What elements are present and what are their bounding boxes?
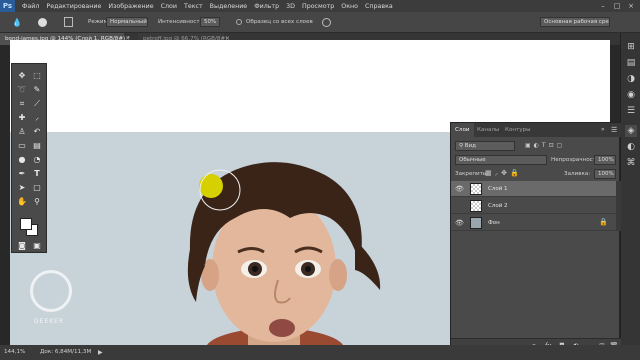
layers-icon[interactable]: ◈ — [625, 125, 637, 137]
options-bar: 💧 Режим: Нормальный Интенсивность: 50% О… — [0, 12, 640, 33]
history-brush-tool-icon[interactable]: ↶ — [31, 126, 43, 137]
maximize-icon[interactable]: □ — [612, 1, 622, 11]
layer-row-background[interactable]: 👁 Фон 🔒 — [451, 215, 616, 231]
menu-filter[interactable]: Фильтр — [254, 3, 279, 10]
lock-label: Закрепить: — [455, 171, 489, 177]
workspace-select[interactable]: Основная рабочая среда — [540, 17, 610, 27]
fill-input[interactable]: 100% — [594, 169, 616, 179]
color-icon[interactable]: ◑ — [625, 73, 637, 85]
menu-help[interactable]: Справка — [365, 3, 393, 10]
menu-image[interactable]: Изображение — [108, 3, 153, 10]
doc-size: Док: 6,84М/11,3М — [40, 349, 92, 355]
foreground-color-swatch[interactable] — [20, 218, 32, 230]
menu-window[interactable]: Окно — [341, 3, 358, 10]
eye-icon[interactable]: 👁 — [455, 185, 464, 193]
healing-tool-icon[interactable]: ✚ — [16, 112, 28, 123]
menu-edit[interactable]: Редактирование — [46, 3, 101, 10]
layer-name: Слой 1 — [488, 186, 508, 192]
zoom-level[interactable]: 144,1% — [4, 345, 25, 360]
sample-all-checkbox[interactable] — [236, 19, 242, 25]
layer-thumbnail — [470, 217, 482, 229]
watermark-logo — [30, 270, 72, 312]
crop-tool-icon[interactable]: ⌗ — [16, 98, 28, 109]
swatches-icon[interactable]: ◉ — [625, 89, 637, 101]
lock-icons[interactable]: ▦⸝✥🔒 — [485, 169, 522, 178]
collapse-icon[interactable]: » — [601, 126, 605, 133]
pen-tool-icon[interactable]: ✒ — [16, 168, 28, 179]
channels-icon[interactable]: ◐ — [625, 141, 637, 153]
dodge-tool-icon[interactable]: ◔ — [31, 154, 43, 165]
type-tool-icon[interactable]: T — [31, 168, 43, 179]
tab-channels[interactable]: Каналы — [473, 123, 503, 137]
blend-mode-select[interactable]: Обычные — [455, 155, 547, 165]
menu-file[interactable]: Файл — [22, 3, 39, 10]
filter-icons[interactable]: ▣◐T⊡▢ — [525, 142, 565, 149]
scrollbar[interactable] — [616, 181, 621, 231]
brush-preset-icon[interactable] — [38, 18, 47, 27]
eyedropper-tool-icon[interactable]: ⟋ — [31, 98, 43, 109]
quick-mask-icon[interactable]: ◙ — [16, 240, 28, 251]
move-tool-icon[interactable]: ✥ — [16, 70, 28, 81]
menu-3d[interactable]: 3D — [286, 3, 295, 10]
screen-mode-icon[interactable]: ▣ — [31, 240, 43, 251]
layer-name: Фон — [488, 220, 500, 226]
quick-select-tool-icon[interactable]: ✎ — [31, 84, 43, 95]
menu-view[interactable]: Просмотр — [302, 3, 334, 10]
lock-icon: 🔒 — [599, 218, 608, 226]
filter-row: ⚲ Вид ▣◐T⊡▢ — [451, 141, 621, 153]
clone-stamp-tool-icon[interactable]: ♙ — [16, 126, 28, 137]
mode-select[interactable]: Нормальный — [106, 17, 148, 27]
pressure-icon[interactable] — [322, 18, 331, 27]
tab-paths[interactable]: Контуры — [501, 123, 535, 137]
blur-tool-icon[interactable]: ● — [16, 154, 28, 165]
path-select-tool-icon[interactable]: ➤ — [16, 182, 28, 193]
filter-kind-label: Вид — [464, 143, 476, 149]
layers-panel: Слои Каналы Контуры » ☰ ⚲ Вид ▣◐T⊡▢ Обыч… — [450, 122, 621, 353]
hand-tool-icon[interactable]: ✋ — [16, 196, 28, 207]
right-dock: ⊞ ▤ ◑ ◉ ☰ ◈ ◐ ⌘ — [620, 33, 640, 345]
panel-tabs: Слои Каналы Контуры » ☰ — [451, 123, 621, 137]
intensity-label: Интенсивность: — [158, 19, 205, 25]
layer-thumbnail — [470, 200, 482, 212]
opacity-input[interactable]: 100% — [594, 155, 616, 165]
intensity-input[interactable]: 50% — [200, 17, 220, 27]
menu-type[interactable]: Текст — [184, 3, 203, 10]
blur-tool-icon[interactable]: 💧 — [12, 18, 22, 27]
lasso-tool-icon[interactable]: ➰ — [16, 84, 28, 95]
marquee-tool-icon[interactable]: ⬚ — [31, 70, 43, 81]
fill-label: Заливка: — [564, 171, 591, 177]
layer-thumbnail — [470, 183, 482, 195]
shape-tool-icon[interactable]: ▢ — [31, 182, 43, 193]
tools-panel: ✥ ⬚ ➰ ✎ ⌗ ⟋ ✚ ⸝ ♙ ↶ ▭ ▤ ● ◔ ✒ T ➤ ▢ ✋ ⚲ … — [11, 63, 47, 253]
gradient-tool-icon[interactable]: ▤ — [31, 140, 43, 151]
tab-layers[interactable]: Слои — [451, 123, 474, 137]
status-bar: 144,1% Док: 6,84М/11,3М ▶ — [0, 345, 640, 360]
paths-icon[interactable]: ⌘ — [625, 157, 637, 169]
photoshop-logo: Ps — [0, 0, 15, 12]
layer-row-1[interactable]: 👁 Слой 1 — [451, 181, 616, 197]
eye-icon[interactable]: 👁 — [455, 219, 464, 227]
layer-row-2[interactable]: Слой 2 — [451, 198, 616, 214]
sample-all-label: Образец со всех слоев — [246, 19, 313, 25]
close-icon[interactable]: × — [626, 1, 636, 11]
menu-layer[interactable]: Слои — [161, 3, 177, 10]
panel-menu-icon[interactable]: ☰ — [611, 126, 617, 134]
brush-tool-icon[interactable]: ⸝ — [31, 112, 43, 123]
history-icon[interactable]: ⊞ — [625, 41, 637, 53]
adjustments-icon[interactable]: ☰ — [625, 105, 637, 117]
menu-bar: Ps Файл Редактирование Изображение Слои … — [0, 0, 640, 12]
menu-select[interactable]: Выделение — [210, 3, 248, 10]
filter-kind-select[interactable]: ⚲ Вид — [455, 141, 515, 151]
properties-icon[interactable]: ▤ — [625, 57, 637, 69]
layer-name: Слой 2 — [488, 203, 508, 209]
minimize-icon[interactable]: – — [598, 1, 608, 11]
brush-panel-icon[interactable] — [64, 17, 73, 27]
status-arrow-icon[interactable]: ▶ — [98, 345, 103, 360]
eraser-tool-icon[interactable]: ▭ — [16, 140, 28, 151]
zoom-tool-icon[interactable]: ⚲ — [31, 196, 43, 207]
lock-row: Закрепить: ▦⸝✥🔒 Заливка: 100% — [451, 169, 621, 181]
blend-row: Обычные Непрозрачность: 100% — [451, 155, 621, 167]
watermark-text: GEEKER — [34, 318, 65, 325]
